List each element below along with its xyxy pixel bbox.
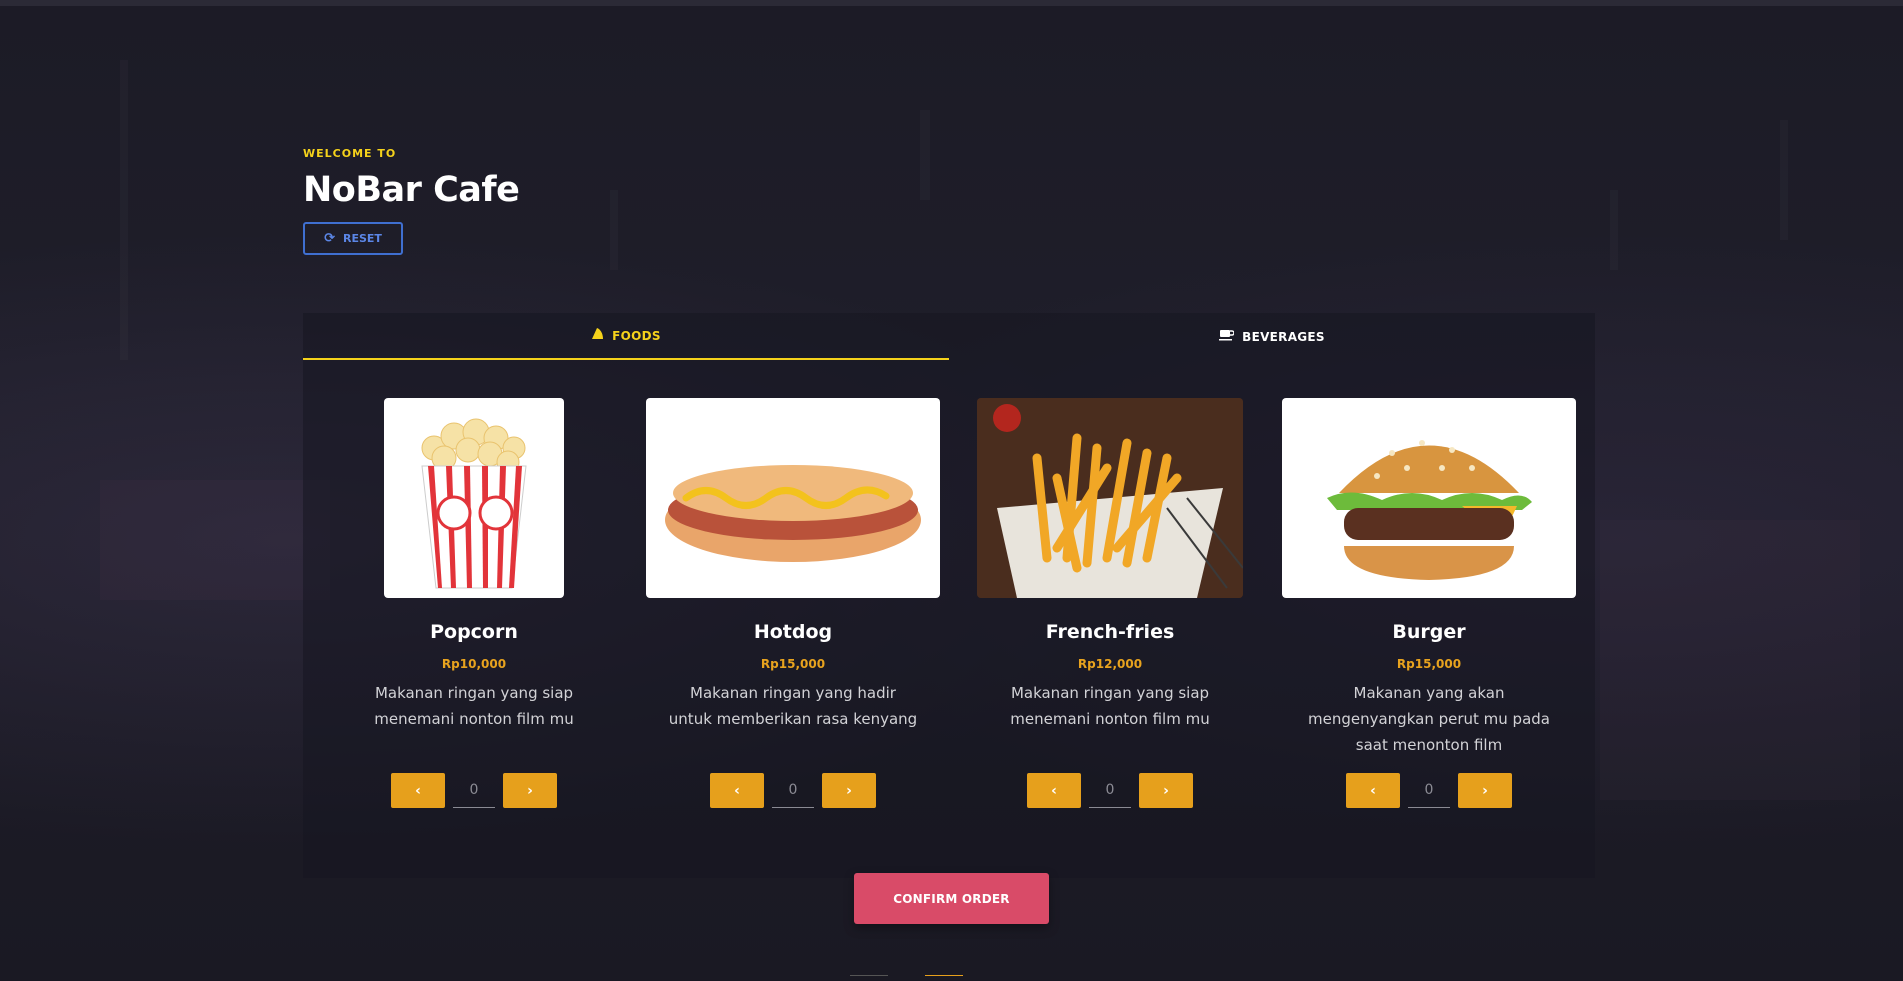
product-name: Popcorn <box>430 621 518 643</box>
increment-button[interactable]: › <box>1139 773 1193 808</box>
tab-beverages-label: BEVERAGES <box>1242 329 1325 344</box>
category-tabs: FOODS BEVERAGES <box>303 313 1595 360</box>
product-price: Rp10,000 <box>441 657 507 671</box>
hero-section: WELCOME TO NoBar Cafe ⟳ RESET <box>303 145 520 255</box>
mug-icon <box>1219 328 1235 345</box>
product-description: Makanan ringan yang siap menemani nonton… <box>1010 684 1210 728</box>
product-card: French-fries Rp12,000 Makanan ringan yan… <box>977 398 1243 818</box>
pager-hint <box>925 975 963 981</box>
top-bar <box>0 0 1903 6</box>
product-card: Popcorn Rp10,000 Makanan ringan yang sia… <box>349 398 599 818</box>
reset-button[interactable]: ⟳ RESET <box>303 222 403 255</box>
quantity-field[interactable]: 0 <box>1408 774 1450 808</box>
decrement-button[interactable]: ‹ <box>1027 773 1081 808</box>
increment-button[interactable]: › <box>1458 773 1512 808</box>
product-price: Rp12,000 <box>1077 657 1143 671</box>
welcome-label: WELCOME TO <box>303 147 397 160</box>
product-name: Hotdog <box>753 621 833 643</box>
quantity-field[interactable]: 0 <box>772 774 814 808</box>
product-name: Burger <box>1392 621 1466 643</box>
product-description: Makanan yang akan mengenyangkan perut mu… <box>1308 684 1550 754</box>
quantity-stepper: ‹ 0 › <box>349 773 599 808</box>
increment-button[interactable]: › <box>822 773 876 808</box>
quantity-stepper: ‹ 0 › <box>1282 773 1576 808</box>
product-price: Rp15,000 <box>1396 657 1462 671</box>
tab-foods[interactable]: FOODS <box>303 313 949 360</box>
hotdog-image <box>646 398 940 598</box>
confirm-order-button[interactable]: CONFIRM ORDER <box>854 873 1049 924</box>
product-name: French-fries <box>1045 621 1175 643</box>
decrement-button[interactable]: ‹ <box>1346 773 1400 808</box>
product-card: Hotdog Rp15,000 Makanan ringan yang hadi… <box>646 398 940 818</box>
tab-beverages[interactable]: BEVERAGES <box>949 313 1595 360</box>
decrement-button[interactable]: ‹ <box>710 773 764 808</box>
page-title: NoBar Cafe <box>303 170 520 210</box>
product-card: Burger Rp15,000 Makanan yang akan mengen… <box>1282 398 1576 818</box>
reset-label: RESET <box>342 232 382 245</box>
quantity-field[interactable]: 0 <box>1089 774 1131 808</box>
french-fries-image <box>977 398 1243 598</box>
increment-button[interactable]: › <box>503 773 557 808</box>
popcorn-image <box>384 398 564 598</box>
pager-hint <box>850 975 888 981</box>
decrement-button[interactable]: ‹ <box>391 773 445 808</box>
nacho-icon <box>591 327 604 344</box>
product-price: Rp15,000 <box>760 657 826 671</box>
refresh-icon: ⟳ <box>324 231 335 246</box>
burger-image <box>1282 398 1576 598</box>
quantity-field[interactable]: 0 <box>453 774 495 808</box>
quantity-stepper: ‹ 0 › <box>977 773 1243 808</box>
product-description: Makanan ringan yang hadir untuk memberik… <box>668 684 918 728</box>
quantity-stepper: ‹ 0 › <box>646 773 940 808</box>
product-description: Makanan ringan yang siap menemani nonton… <box>374 684 574 728</box>
tab-foods-label: FOODS <box>612 328 661 343</box>
